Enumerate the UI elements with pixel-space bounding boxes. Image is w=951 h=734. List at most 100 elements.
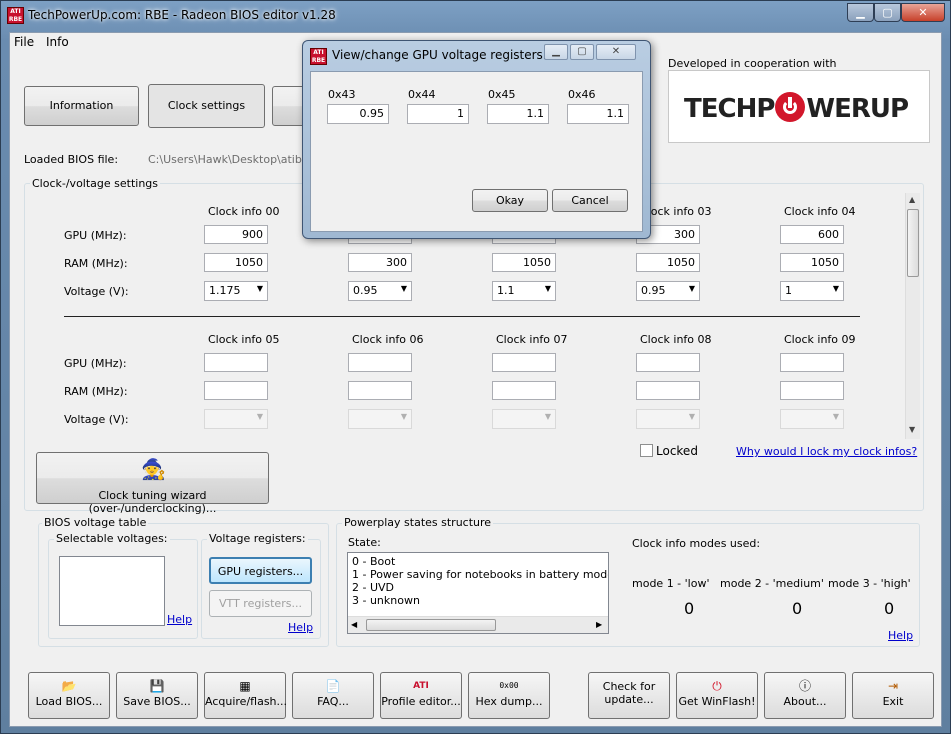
list-item[interactable]: 1 - Power saving for notebooks in batter… [352,568,608,581]
about-label: About... [783,695,827,708]
list-item[interactable]: 0 - Boot [352,555,608,568]
clock-info-06-header: Clock info 06 [352,333,424,346]
menu-file[interactable]: File [14,35,34,49]
voltage-06-select[interactable]: ▼ [348,409,412,429]
faq-button[interactable]: 📄 FAQ... [292,672,374,719]
locked-label: Locked [656,444,698,458]
states-listbox[interactable]: 0 - Boot 1 - Power saving for notebooks … [347,552,609,634]
dialog-maximize-button[interactable]: ▢ [570,44,594,60]
okay-button[interactable]: Okay [472,189,548,212]
dialog-minimize-button[interactable]: ▁ [544,44,568,60]
gpu-clock-00-input[interactable]: 900 [204,225,268,244]
voltage-07-select[interactable]: ▼ [492,409,556,429]
gpu-clock-06-input[interactable] [348,353,412,372]
check-update-button[interactable]: Check for update... [588,672,670,719]
ram-clock-07-input[interactable] [492,381,556,400]
bios-voltage-title: BIOS voltage table [42,516,149,529]
voltage-08-select[interactable]: ▼ [636,409,700,429]
profile-editor-button[interactable]: ATI Profile editor... [380,672,462,719]
voltage-01-select[interactable]: 0.95 ▼ [348,281,412,301]
gpu-clock-04-input[interactable]: 600 [780,225,844,244]
vtt-registers-button[interactable]: VTT registers... [209,590,312,617]
dialog-close-button[interactable]: ✕ [596,44,636,60]
voltage-01-value: 0.95 [353,284,378,297]
ram-clock-01-input[interactable]: 300 [348,253,412,272]
cancel-label: Cancel [571,194,609,207]
clock-info-04-header: Clock info 04 [784,205,856,218]
gpu-clock-09-input[interactable] [780,353,844,372]
mode-2-label: mode 2 - 'medium' [720,577,824,590]
gpu-clock-07-input[interactable] [492,353,556,372]
exit-button[interactable]: ⇥ Exit [852,672,934,719]
title-bar[interactable]: ATI RBE TechPowerUp.com: RBE - Radeon BIO… [1,1,950,31]
get-winflash-button[interactable]: ⏻ Get WinFlash! [676,672,758,719]
gpu-label-top: GPU (MHz): [64,229,127,242]
register-0x46-input[interactable]: 1.1 [567,104,629,124]
gpu-registers-button[interactable]: GPU registers... [209,557,312,584]
scroll-down-icon[interactable]: ▼ [909,425,915,434]
list-item[interactable]: 3 - unknown [352,594,608,607]
dropdown-arrow-icon: ▼ [256,284,263,293]
techpowerup-logo[interactable]: TECHP WERUP [668,70,930,143]
minimize-icon: ▁ [552,46,560,57]
hex-dump-button[interactable]: 0x00 Hex dump... [468,672,550,719]
load-bios-label: Load BIOS... [35,695,103,708]
ram-clock-08-input[interactable] [636,381,700,400]
register-0x45-input[interactable]: 1.1 [487,104,549,124]
ram-clock-03-input[interactable]: 1050 [636,253,700,272]
ram-clock-09-input[interactable] [780,381,844,400]
ram-clock-06-input[interactable] [348,381,412,400]
voltage-help-link-right[interactable]: Help [288,621,313,634]
voltage-03-select[interactable]: 0.95 ▼ [636,281,700,301]
voltage-04-select[interactable]: 1 ▼ [780,281,844,301]
powerplay-help-link[interactable]: Help [888,629,913,642]
hscroll-thumb[interactable] [366,619,496,631]
tab-clock-settings[interactable]: Clock settings [148,84,265,128]
scroll-right-icon[interactable]: ▶ [596,620,602,629]
selectable-voltages-list[interactable] [59,556,165,626]
register-0x46-label: 0x46 [568,88,596,101]
scroll-left-icon[interactable]: ◀ [351,620,357,629]
load-bios-button[interactable]: 📂 Load BIOS... [28,672,110,719]
minimize-button[interactable]: ▁ [847,3,874,22]
mode-3-value: 0 [884,599,895,618]
bios-file-path: C:\Users\Hawk\Desktop\atibios [148,153,318,166]
faq-label: FAQ... [317,695,349,708]
scroll-up-icon[interactable]: ▲ [909,195,915,204]
cancel-button[interactable]: Cancel [552,189,628,212]
lock-info-link[interactable]: Why would I lock my clock infos? [736,445,917,458]
dropdown-arrow-icon: ▼ [544,284,551,293]
scroll-thumb[interactable] [907,209,919,277]
ram-clock-05-input[interactable] [204,381,268,400]
ram-clock-00-input[interactable]: 1050 [204,253,268,272]
voltage-02-select[interactable]: 1.1 ▼ [492,281,556,301]
voltage-00-select[interactable]: 1.175 ▼ [204,281,268,301]
register-0x43-input[interactable]: 0.95 [327,104,389,124]
locked-checkbox[interactable] [640,444,653,457]
about-button[interactable]: ⓘ About... [764,672,846,719]
menu-info[interactable]: Info [46,35,69,49]
ram-label-top: RAM (MHz): [64,257,128,270]
acquire-flash-button[interactable]: ▦ Acquire/flash... [204,672,287,719]
maximize-button[interactable]: ▢ [874,3,901,22]
voltage-04-value: 1 [785,284,792,297]
register-0x44-input[interactable]: 1 [407,104,469,124]
ram-clock-02-input[interactable]: 1050 [492,253,556,272]
list-item[interactable]: 2 - UVD [352,581,608,594]
ram-clock-04-input[interactable]: 1050 [780,253,844,272]
voltage-05-select[interactable]: ▼ [204,409,268,429]
states-hscrollbar[interactable]: ◀ ▶ [348,616,608,633]
clock-tuning-wizard-button[interactable]: 🧙 Clock tuning wizard (over-/underclocki… [36,452,269,515]
tab-information[interactable]: Information [24,86,139,126]
save-bios-button[interactable]: 💾 Save BIOS... [116,672,198,719]
clock-scrollbar[interactable]: ▲ ▼ [905,193,920,439]
voltage-09-select[interactable]: ▼ [780,409,844,429]
clock-voltage-title: Clock-/voltage settings [30,177,161,190]
gpu-clock-05-input[interactable] [204,353,268,372]
voltage-help-link-left[interactable]: Help [167,613,192,626]
voltage-02-value: 1.1 [497,284,515,297]
close-button[interactable]: ✕ [901,3,945,22]
dropdown-arrow-icon: ▼ [832,284,839,293]
clock-info-09-header: Clock info 09 [784,333,856,346]
gpu-clock-08-input[interactable] [636,353,700,372]
